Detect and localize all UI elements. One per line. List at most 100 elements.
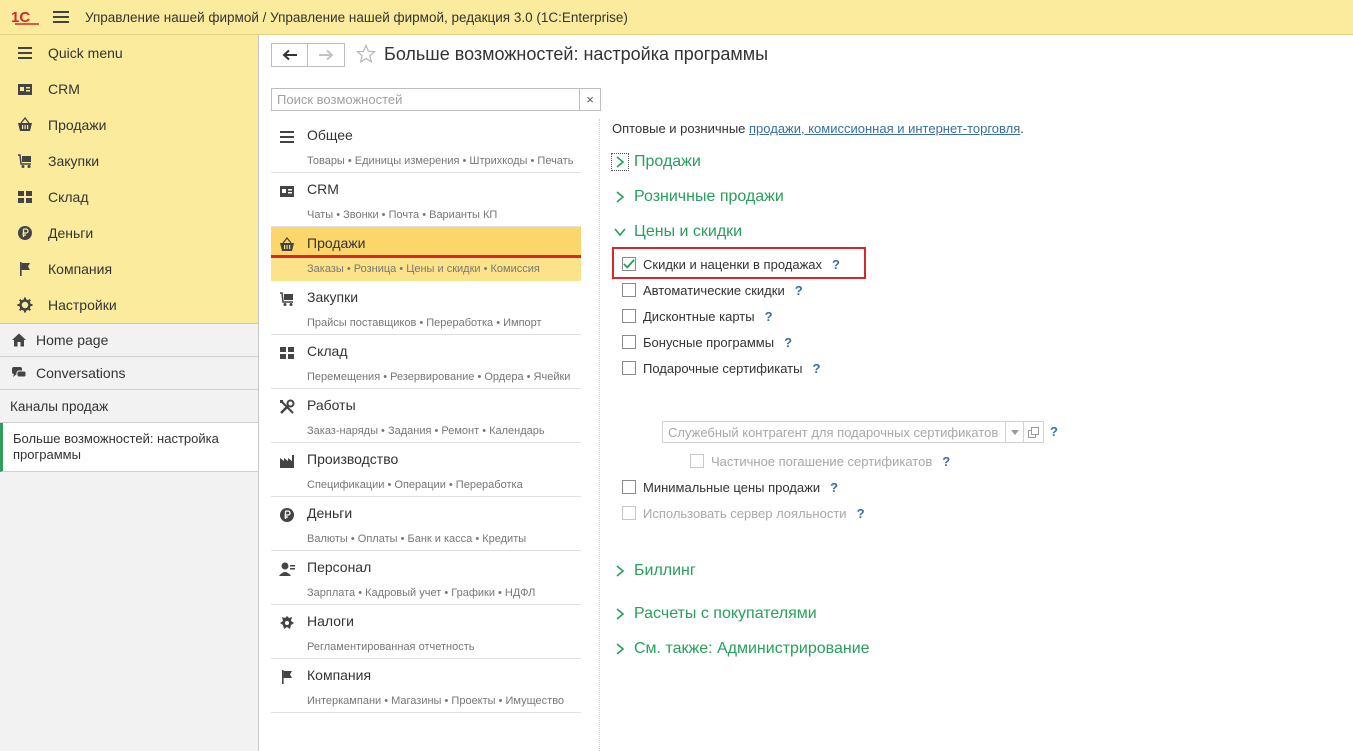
checkbox[interactable] [622,283,636,297]
group-sales[interactable]: Продажи [611,151,701,173]
section-label: Quick menu [48,45,123,61]
function-item-company[interactable]: Компания Интеркампани • Магазины • Проек… [271,659,581,713]
section-quick-menu[interactable]: Quick menu [0,35,258,71]
help-icon[interactable]: ? [765,309,773,324]
group-settlements[interactable]: Расчеты с покупателями [612,603,817,625]
help-icon[interactable]: ? [795,283,803,298]
checkbox[interactable] [622,335,636,349]
checkbox[interactable] [622,480,636,494]
gear-icon [16,296,34,314]
function-item-production[interactable]: Производство Спецификации • Операции • П… [271,443,581,497]
checkbox-checked[interactable] [622,257,636,271]
open-button[interactable] [1023,422,1043,442]
function-name: Закупки [307,289,359,305]
help-icon[interactable]: ? [832,257,840,272]
function-item-works[interactable]: Работы Заказ-наряды • Задания • Ремонт •… [271,389,581,443]
option-label: Подарочные сертификаты [643,360,803,376]
forward-button[interactable] [308,43,345,67]
app-title: Управление нашей фирмой / Управление наш… [85,9,628,25]
factory-icon [279,453,295,469]
help-icon[interactable]: ? [1050,424,1058,439]
function-item-personnel[interactable]: Персонал Зарплата • Кадровый учет • Граф… [271,551,581,605]
home-page-link[interactable]: Home page [0,324,258,357]
section-purchases[interactable]: Закупки [0,143,258,179]
section-label: Продажи [48,117,107,133]
list-icon [279,129,295,145]
help-icon[interactable]: ? [812,361,820,376]
conversations-link[interactable]: Conversations [0,357,258,390]
group-billing[interactable]: Биллинг [612,560,696,582]
function-item-crm[interactable]: CRM Чаты • Звонки • Почта • Варианты КП [271,173,581,227]
chevron-right-icon [612,641,628,657]
function-name: Продажи [307,235,366,251]
clear-search-button[interactable]: × [579,89,600,110]
gift-counterparty-input[interactable] [663,422,1005,442]
group-label: Цены и скидки [634,223,743,240]
section-settings[interactable]: Настройки [0,287,258,323]
section-crm[interactable]: CRM [0,71,258,107]
function-name: Компания [307,667,372,683]
help-icon[interactable]: ? [830,480,838,495]
section-money[interactable]: Деньги [0,215,258,251]
main-menu-icon[interactable] [53,11,69,23]
flag-icon [279,669,295,685]
function-item-sales[interactable]: Продажи Заказы • Розница • Цены и скидки… [271,227,581,281]
group-label: Розничные продажи [634,188,784,205]
flag-icon [16,260,34,278]
page-title: Больше возможностей: настройка программы [384,44,769,64]
checkbox[interactable] [622,361,636,375]
option-gift-certificates[interactable]: Подарочные сертификаты ? [622,358,820,378]
option-partial-redemption[interactable]: Частичное погашение сертификатов ? [690,451,950,471]
home-icon [10,331,28,349]
panel-divider [599,119,600,751]
function-item-taxes[interactable]: Налоги Регламентированная отчетность [271,605,581,659]
option-bonus-programs[interactable]: Бонусные программы ? [622,332,792,352]
help-icon[interactable]: ? [942,454,950,469]
tools-icon [279,399,295,415]
menu-icon [16,44,34,62]
section-label: Закупки [48,153,100,169]
section-warehouse[interactable]: Склад [0,179,258,215]
contact-card-icon [279,183,295,199]
function-name: Производство [307,451,399,467]
open-window-tab[interactable]: Больше возможностей: настройка программы [0,423,258,472]
option-loyalty-server[interactable]: Использовать сервер лояльности ? [622,503,865,523]
help-icon[interactable]: ? [857,506,865,521]
person-icon [279,561,295,577]
option-min-prices[interactable]: Минимальные цены продажи ? [622,477,838,497]
section-sales[interactable]: Продажи [0,107,258,143]
intro-prefix: Оптовые и розничные [612,121,750,136]
chevron-right-icon [612,189,628,205]
section-company[interactable]: Компания [0,251,258,287]
checkbox[interactable] [622,309,636,323]
option-auto-discounts[interactable]: Автоматические скидки ? [622,280,803,300]
function-item-general[interactable]: Общее Товары • Единицы измерения • Штрих… [271,119,581,173]
function-subtitle: Перемещения • Резервирование • Ордера • … [307,371,571,383]
option-discounts-markups[interactable]: Скидки и наценки в продажах ? [622,254,840,274]
function-item-purchases[interactable]: Закупки Прайсы поставщиков • Переработка… [271,281,581,335]
help-icon[interactable]: ? [784,335,792,350]
checkbox-disabled[interactable] [622,506,636,520]
back-button[interactable] [271,43,308,67]
dropdown-button[interactable] [1005,422,1023,442]
group-label: Расчеты с покупателями [634,605,817,622]
chevron-right-icon [611,153,629,171]
favorite-star-icon[interactable] [355,43,377,64]
chat-bubbles-icon [10,364,28,382]
cart-icon [279,291,295,307]
option-label: Частичное погашение сертификатов [711,453,933,469]
sales-channels-link[interactable]: Каналы продаж [0,390,258,423]
intro-link[interactable]: продажи, комиссионная и интернет-торговл… [749,121,1020,136]
function-subtitle: Валюты • Оплаты • Банк и касса • Кредиты [307,533,527,545]
checkbox-disabled[interactable] [690,454,704,468]
search-input[interactable] [272,89,579,110]
function-name: Общее [307,127,353,143]
option-discount-cards[interactable]: Дисконтные карты ? [622,306,773,326]
group-retail[interactable]: Розничные продажи [612,186,784,208]
function-subtitle: Заказы • Розница • Цены и скидки • Комис… [307,263,540,275]
function-item-warehouse[interactable]: Склад Перемещения • Резервирование • Орд… [271,335,581,389]
group-see-also[interactable]: См. также: Администрирование [612,638,870,660]
group-prices-discounts[interactable]: Цены и скидки [612,221,742,243]
intro-text: Оптовые и розничные продажи, комиссионна… [612,121,1024,136]
function-item-money[interactable]: Деньги Валюты • Оплаты • Банк и касса • … [271,497,581,551]
